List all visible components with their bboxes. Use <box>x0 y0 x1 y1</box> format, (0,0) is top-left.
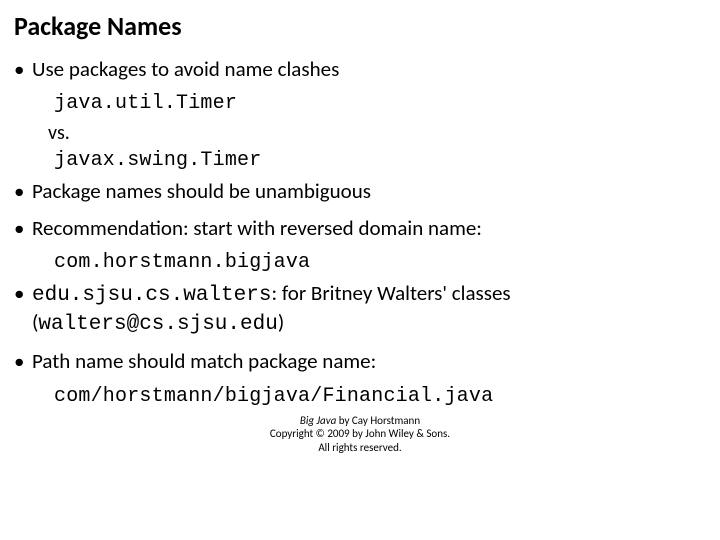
bullet-text: : for Britney Walters' classes <box>271 280 510 306</box>
copyright: Copyright © 2009 by John Wiley & Sons. <box>270 427 450 440</box>
book-title: Big Java <box>300 414 336 427</box>
bullet-list: Use packages to avoid name clashes <box>14 56 706 82</box>
bullet-list: Package names should be unambiguous Reco… <box>14 178 706 241</box>
vs-text: vs. <box>48 121 706 145</box>
bullet-list: edu.sjsu.cs.walters: for Britney Walters… <box>14 280 706 375</box>
bullet-item: Path name should match package name: <box>14 348 706 374</box>
bullet-item: Package names should be unambiguous <box>14 178 706 204</box>
paren-close: ) <box>278 309 284 335</box>
bullet-item: edu.sjsu.cs.walters: for Britney Walters… <box>14 280 706 339</box>
email-code: walters@cs.sjsu.edu <box>38 313 277 336</box>
bullet-item: Use packages to avoid name clashes <box>14 56 706 82</box>
rights: All rights reserved. <box>318 441 401 454</box>
code-line: com/horstmann/bigjava/Financial.java <box>54 385 706 408</box>
code-line: com.horstmann.bigjava <box>54 251 706 274</box>
footer: Big Java by Cay Horstmann Copyright © 20… <box>14 414 706 455</box>
inline-code: edu.sjsu.cs.walters <box>32 284 271 307</box>
code-line: javax.swing.Timer <box>54 149 706 172</box>
byline: by Cay Horstmann <box>336 414 420 427</box>
bullet-item: Recommendation: start with reversed doma… <box>14 215 706 241</box>
slide-title: Package Names <box>14 10 706 42</box>
code-line: java.util.Timer <box>54 92 706 115</box>
